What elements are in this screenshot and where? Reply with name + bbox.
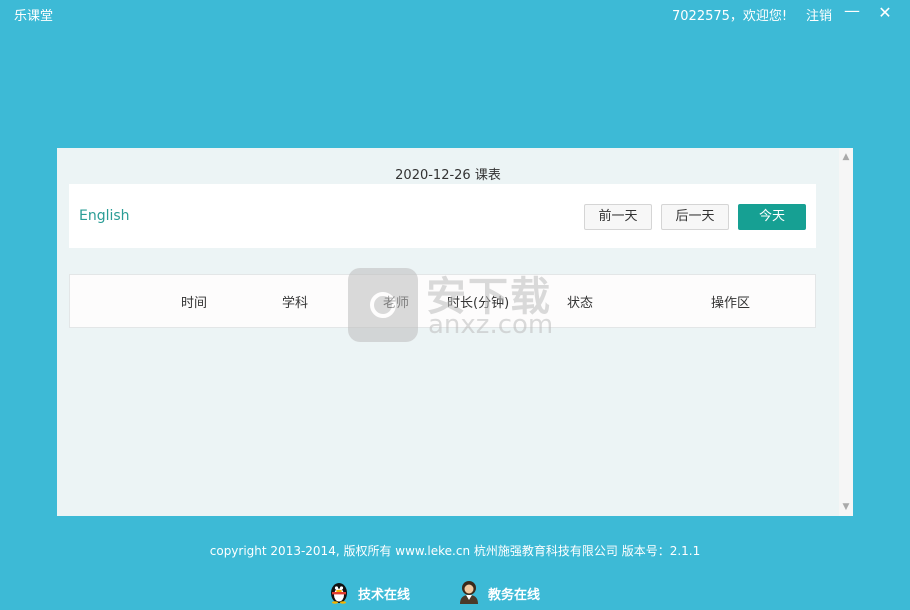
schedule-toolbar: English 前一天 后一天 今天 <box>69 184 816 248</box>
staff-avatar-icon <box>460 581 478 604</box>
qq-penguin-icon <box>331 583 347 604</box>
footer-copyright: copyright 2013-2014, 版权所有 www.leke.cn 杭州… <box>209 544 701 558</box>
column-header-status: 状态 <box>567 296 594 311</box>
edu-support-label: 教务在线 <box>488 588 541 603</box>
welcome-text: 7022575，欢迎您! <box>672 9 788 24</box>
column-header-time: 时间 <box>181 296 208 311</box>
next-day-button[interactable]: 后一天 <box>661 204 729 230</box>
today-button[interactable]: 今天 <box>738 204 806 230</box>
scroll-up-icon[interactable]: ▲ <box>841 152 851 162</box>
logout-link[interactable]: 注销 <box>806 5 832 24</box>
column-header-actions: 操作区 <box>711 296 751 311</box>
schedule-date-title: 2020-12-26 课表 <box>395 168 501 183</box>
title-bar: 乐课堂 7022575，欢迎您! 注销 — ✕ <box>0 0 910 28</box>
tech-support-label: 技术在线 <box>358 588 411 603</box>
app-title: 乐课堂 <box>14 9 54 24</box>
watermark-logo-icon <box>348 268 418 342</box>
vertical-scrollbar[interactable]: ▲ ▼ <box>839 148 853 516</box>
close-button[interactable]: ✕ <box>876 3 894 22</box>
watermark: 安下载 anxz.com <box>344 262 564 344</box>
column-header-subject: 学科 <box>282 296 309 311</box>
minimize-button[interactable]: — <box>844 1 860 20</box>
scroll-down-icon[interactable]: ▼ <box>841 502 851 512</box>
language-label: English <box>79 208 130 224</box>
prev-day-button[interactable]: 前一天 <box>584 204 652 230</box>
watermark-en-text: anxz.com <box>428 310 554 340</box>
